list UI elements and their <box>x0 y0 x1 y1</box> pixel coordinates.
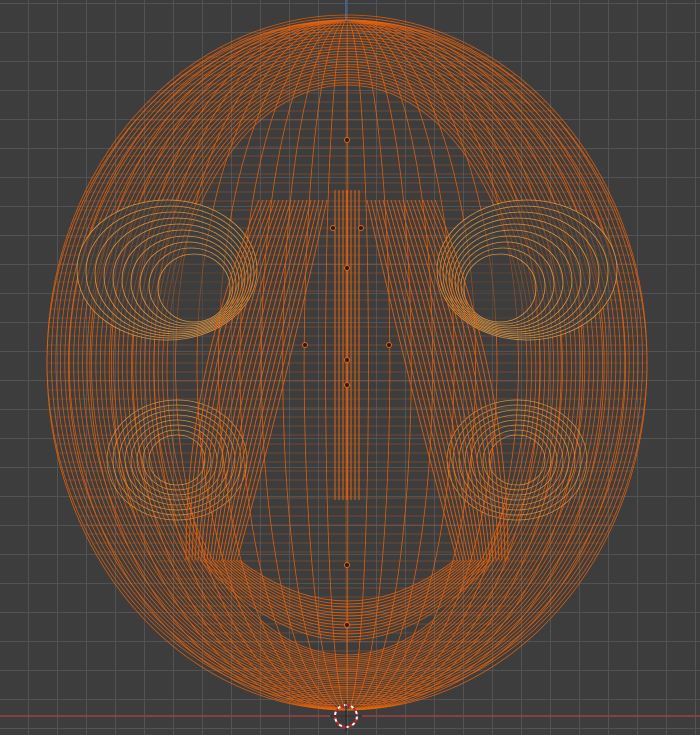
skull-wireframe[interactable] <box>46 14 648 711</box>
vertex-point <box>302 342 308 348</box>
vertex-point <box>344 562 350 568</box>
vertex-point <box>386 342 392 348</box>
cheek-cavity <box>488 434 546 486</box>
vertex-point <box>344 265 350 271</box>
vertex-point <box>330 225 336 231</box>
vertex-point <box>344 622 350 628</box>
wireframe-scene[interactable] <box>0 0 700 735</box>
vertex-point <box>344 137 350 143</box>
vertex-point <box>344 382 350 388</box>
vertex-point <box>358 225 364 231</box>
3d-viewport[interactable] <box>0 0 700 735</box>
cheek-cavity <box>112 404 242 516</box>
vertex-point <box>344 357 350 363</box>
cheek-cavity <box>452 404 582 516</box>
cheek-cavity <box>148 434 206 486</box>
